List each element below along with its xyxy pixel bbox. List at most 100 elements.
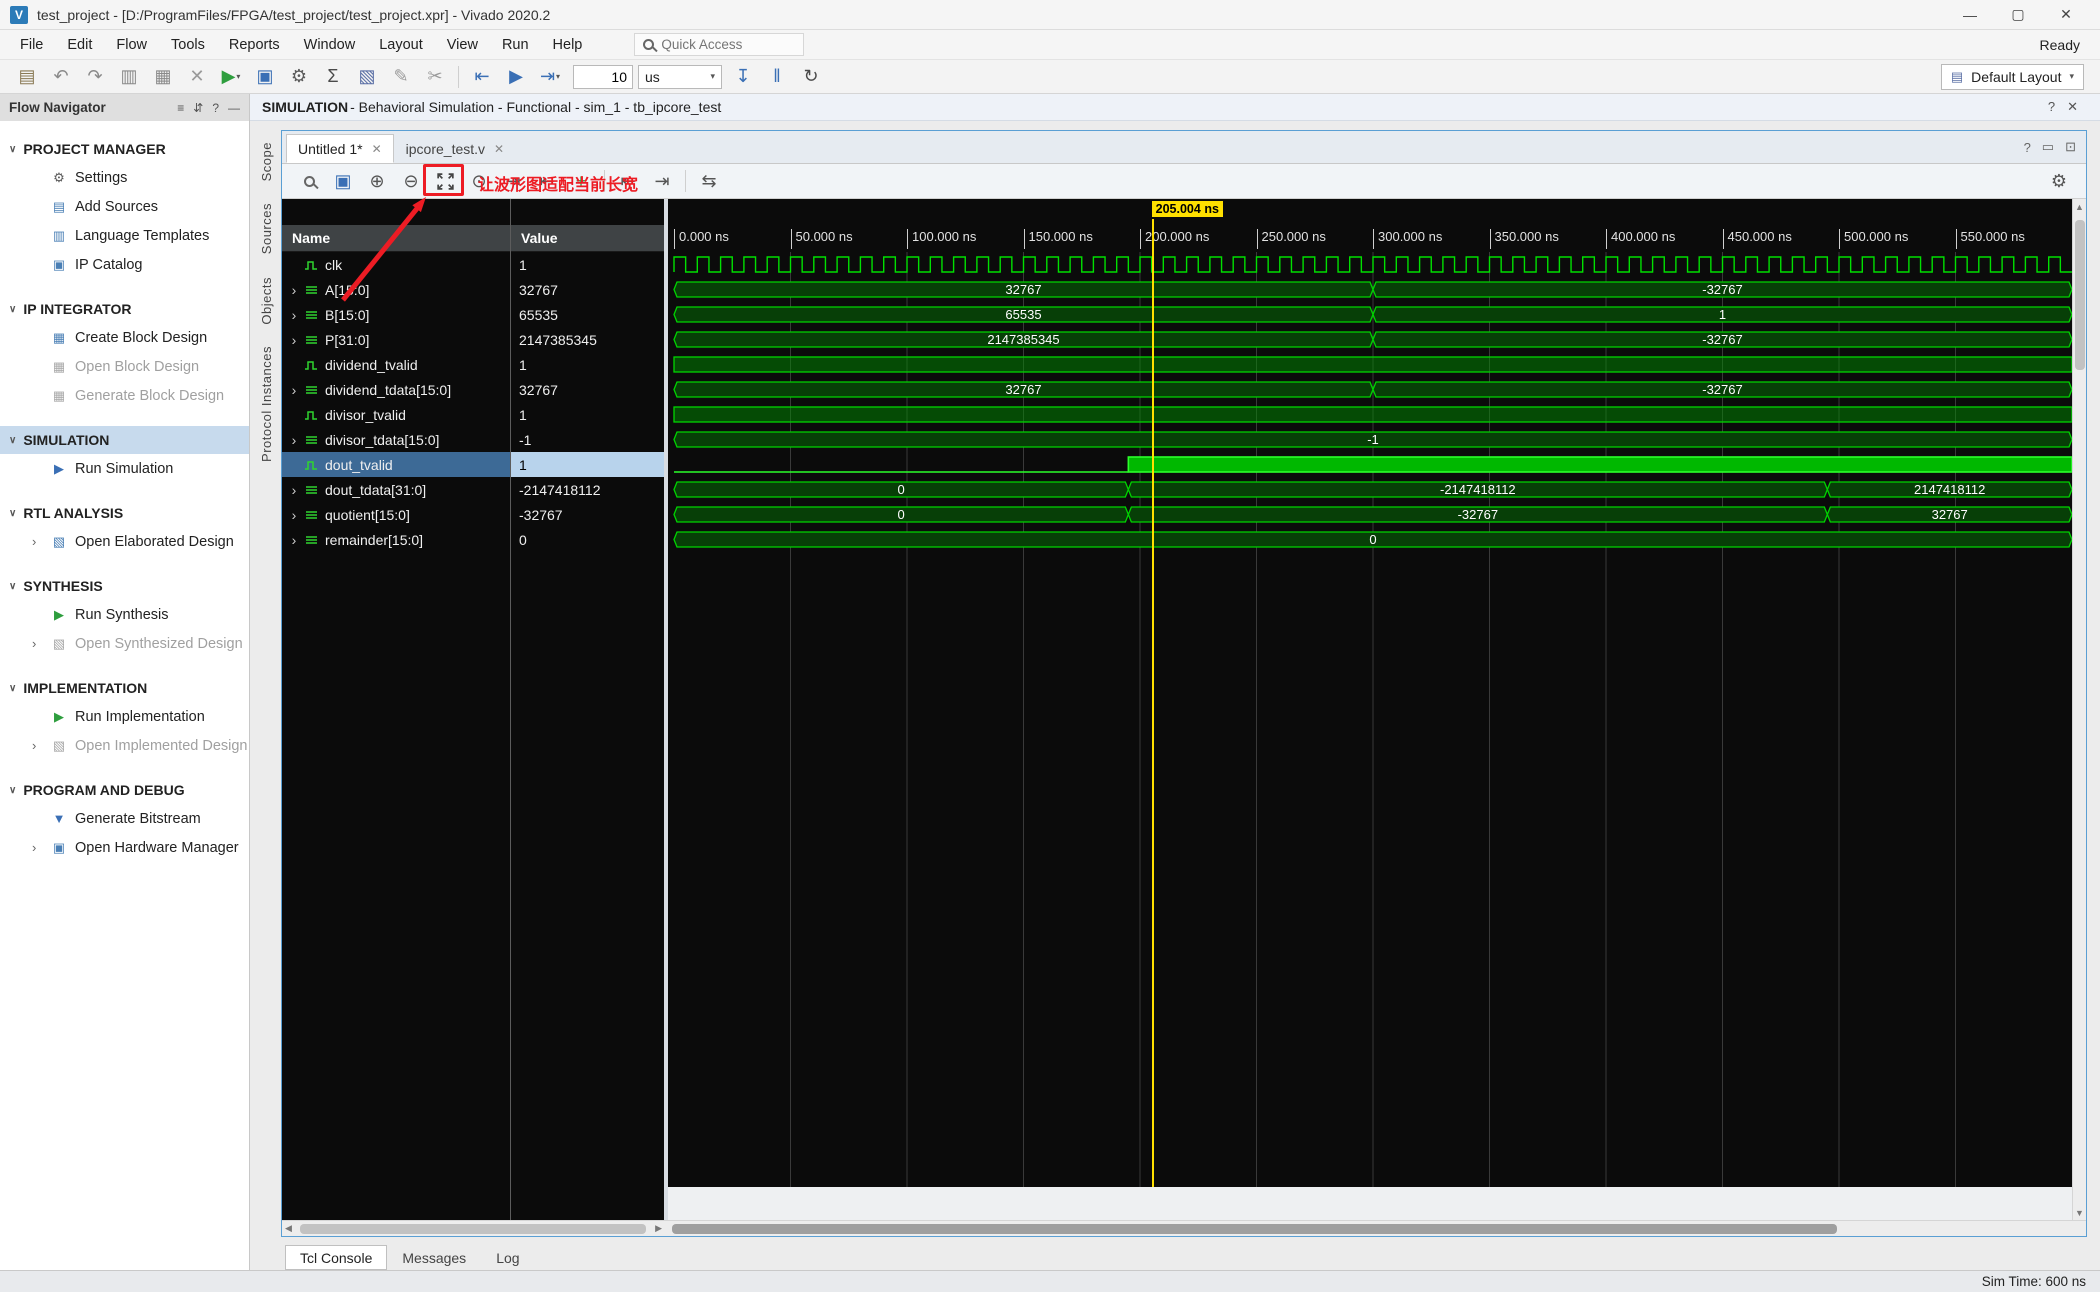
side-tab-scope[interactable]: Scope xyxy=(259,142,274,181)
goto-time-end-icon[interactable]: ⇥ xyxy=(645,168,679,195)
expand-icon[interactable]: › xyxy=(288,382,300,398)
bottom-tab-messages[interactable]: Messages xyxy=(387,1245,481,1270)
report-icon[interactable]: ▧ xyxy=(350,63,384,90)
bottom-tab-tcl-console[interactable]: Tcl Console xyxy=(285,1245,388,1270)
menu-run[interactable]: Run xyxy=(490,33,541,57)
edit-icon[interactable]: ✎ xyxy=(384,63,418,90)
quick-access-input[interactable] xyxy=(661,37,782,52)
layout-select[interactable]: ▤ Default Layout ▾ xyxy=(1940,63,2084,90)
save-waveform-icon[interactable]: ▣ xyxy=(326,168,360,195)
signal-value[interactable]: 1 xyxy=(511,402,664,427)
expand-icon[interactable]: › xyxy=(288,507,300,523)
scroll-right-icon[interactable]: ▶ xyxy=(655,1223,662,1234)
value-column-header[interactable]: Value xyxy=(511,225,664,252)
maximize-window-icon[interactable]: ⊡ xyxy=(2065,139,2076,155)
side-tab-sources[interactable]: Sources xyxy=(259,203,274,254)
scroll-down-icon[interactable]: ▼ xyxy=(2075,1205,2084,1220)
editor-tab-ipcore-test-v[interactable]: ipcore_test.v ✕ xyxy=(394,134,516,163)
menu-edit[interactable]: Edit xyxy=(55,33,104,57)
signal-name-row[interactable]: › A[15:0] xyxy=(282,277,510,302)
names-scroll-thumb[interactable] xyxy=(300,1224,646,1234)
expand-icon[interactable]: › xyxy=(32,738,43,753)
relaunch-sim-icon[interactable]: ↻ xyxy=(794,63,828,90)
toolbar-toggle-icon[interactable]: ≡ xyxy=(177,101,184,115)
editor-tab-untitled-1-[interactable]: Untitled 1* ✕ xyxy=(286,134,394,163)
signal-value[interactable]: 1 xyxy=(511,352,664,377)
menu-layout[interactable]: Layout xyxy=(367,33,435,57)
signal-name-row[interactable]: divisor_tvalid xyxy=(282,402,510,427)
restart-sim-icon[interactable]: ⇤ xyxy=(465,63,499,90)
flow-section-implementation[interactable]: ∨ IMPLEMENTATION xyxy=(0,674,249,702)
sim-time-unit-select[interactable]: us ▾ xyxy=(638,64,722,89)
wave-settings-icon[interactable]: ⚙ xyxy=(2042,168,2076,195)
signal-name-row[interactable]: › dout_tdata[31:0] xyxy=(282,477,510,502)
menu-reports[interactable]: Reports xyxy=(217,33,292,57)
run-all-icon[interactable]: ▶ xyxy=(499,63,533,90)
signal-value[interactable]: -32767 xyxy=(511,502,664,527)
flow-section-ip-integrator[interactable]: ∨ IP INTEGRATOR xyxy=(0,295,249,323)
signal-value[interactable]: 1 xyxy=(511,452,664,477)
signal-value[interactable]: 32767 xyxy=(511,277,664,302)
flow-item-create-block-design[interactable]: ▦ Create Block Design xyxy=(0,323,249,352)
flow-item-open-elaborated-design[interactable]: › ▧ Open Elaborated Design xyxy=(0,527,249,556)
step-icon[interactable]: ⇥ ▾ xyxy=(533,63,567,90)
zoom-in-icon[interactable]: ⊕ xyxy=(360,168,394,195)
flow-item-ip-catalog[interactable]: ▣ IP Catalog xyxy=(0,250,249,279)
side-tab-objects[interactable]: Objects xyxy=(259,277,274,325)
signal-value[interactable]: 1 xyxy=(511,252,664,277)
flow-item-run-simulation[interactable]: ▶ Run Simulation xyxy=(0,454,249,483)
plot-horizontal-scrollbar[interactable] xyxy=(669,1221,2073,1236)
quick-access-box[interactable] xyxy=(634,33,805,56)
find-icon[interactable] xyxy=(292,168,326,195)
run-for-time-icon[interactable]: ↧ xyxy=(726,63,760,90)
signal-value[interactable]: 65535 xyxy=(511,302,664,327)
expand-icon[interactable]: › xyxy=(288,282,300,298)
signal-value[interactable]: -2147418112 xyxy=(511,477,664,502)
open-file-icon[interactable]: ▤ xyxy=(10,63,44,90)
pause-icon[interactable]: ‖ xyxy=(760,63,794,90)
flow-section-rtl-analysis[interactable]: ∨ RTL ANALYSIS xyxy=(0,499,249,527)
flow-item-language-templates[interactable]: ▥ Language Templates xyxy=(0,221,249,250)
flow-item-run-implementation[interactable]: ▶ Run Implementation xyxy=(0,702,249,731)
expand-icon[interactable]: › xyxy=(288,482,300,498)
flow-section-simulation[interactable]: ∨ SIMULATION xyxy=(0,426,249,454)
flow-item-settings[interactable]: ⚙ Settings xyxy=(0,163,249,192)
menu-help[interactable]: Help xyxy=(541,33,595,57)
expand-icon[interactable]: › xyxy=(32,636,43,651)
flow-item-add-sources[interactable]: ▤ Add Sources xyxy=(0,192,249,221)
signal-value[interactable]: 0 xyxy=(511,527,664,552)
help-icon[interactable]: ? xyxy=(2024,140,2031,155)
minimize-button[interactable]: — xyxy=(1946,1,1994,29)
help-icon[interactable]: ? xyxy=(2048,99,2055,115)
swap-cursors-icon[interactable]: ⇆ xyxy=(692,168,726,195)
close-panel-icon[interactable]: ✕ xyxy=(2067,99,2078,115)
signal-name-row[interactable]: › remainder[15:0] xyxy=(282,527,510,552)
close-button[interactable]: ✕ xyxy=(2042,1,2090,29)
name-column-header[interactable]: Name xyxy=(282,225,510,252)
menu-file[interactable]: File xyxy=(8,33,55,57)
menu-tools[interactable]: Tools xyxy=(159,33,217,57)
menu-window[interactable]: Window xyxy=(292,33,368,57)
collapse-all-icon[interactable]: ⇵ xyxy=(193,101,203,115)
copy-icon[interactable]: ▥ xyxy=(112,63,146,90)
signal-name-row[interactable]: dout_tvalid xyxy=(282,452,510,477)
names-horizontal-scrollbar[interactable]: ◀ ▶ xyxy=(282,1221,665,1236)
signal-value[interactable]: 2147385345 xyxy=(511,327,664,352)
close-icon[interactable]: ✕ xyxy=(372,142,382,156)
expand-icon[interactable]: › xyxy=(288,332,300,348)
plot-scroll-thumb[interactable] xyxy=(672,1224,1837,1234)
signal-name-row[interactable]: clk xyxy=(282,252,510,277)
signal-name-row[interactable]: › divisor_tdata[15:0] xyxy=(282,427,510,452)
float-window-icon[interactable]: ▭ xyxy=(2042,139,2054,155)
ip-integrator-icon[interactable]: ▣ xyxy=(248,63,282,90)
maximize-button[interactable]: ▢ xyxy=(1994,1,2042,29)
flow-section-project-manager[interactable]: ∨ PROJECT MANAGER xyxy=(0,135,249,163)
undo-icon[interactable]: ↶ xyxy=(44,63,78,90)
expand-icon[interactable]: › xyxy=(32,534,43,549)
bottom-tab-log[interactable]: Log xyxy=(481,1245,534,1270)
signal-value[interactable]: 32767 xyxy=(511,377,664,402)
signal-name-row[interactable]: dividend_tvalid xyxy=(282,352,510,377)
flow-section-program-and-debug[interactable]: ∨ PROGRAM AND DEBUG xyxy=(0,776,249,804)
help-icon[interactable]: ? xyxy=(212,101,219,115)
signal-name-row[interactable]: › dividend_tdata[15:0] xyxy=(282,377,510,402)
